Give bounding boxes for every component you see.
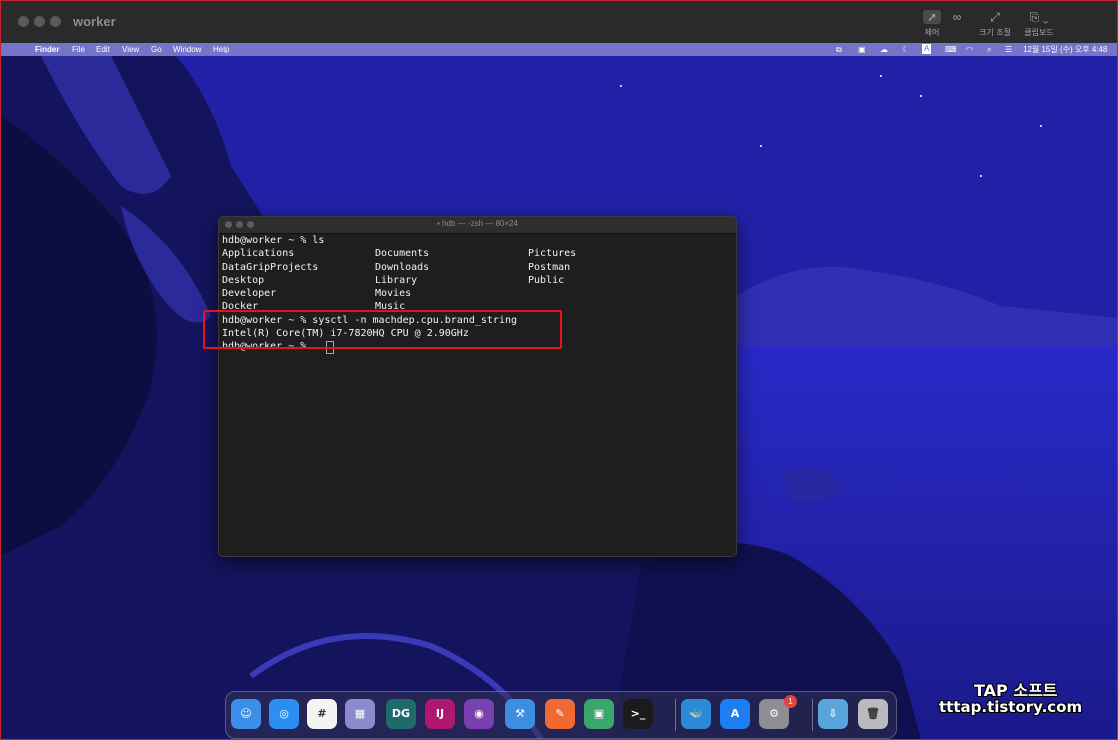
app-store-icon[interactable]: A bbox=[720, 699, 750, 729]
postman-icon[interactable]: ✎ bbox=[545, 699, 575, 729]
scale-label: 크기 조절 bbox=[979, 28, 1011, 37]
xcode-icon[interactable]: ⚒ bbox=[505, 699, 535, 729]
terminal-text: Applications bbox=[222, 248, 295, 260]
terminal-text: hdb@worker ~ % ls bbox=[222, 235, 325, 246]
terminal-titlebar[interactable]: ▪ hdb — -zsh — 80×24 bbox=[219, 217, 736, 234]
terminal-text: Desktop bbox=[222, 274, 265, 286]
terminal-line: Applications Documents Pictures bbox=[222, 247, 732, 260]
terminal-text: Downloads bbox=[375, 261, 430, 273]
minimize-window-button[interactable] bbox=[34, 16, 45, 27]
terminal-icon[interactable]: >_ bbox=[623, 699, 653, 729]
control-center-icon[interactable]: ☰ bbox=[1005, 43, 1012, 56]
docker-icon[interactable]: 🐳 bbox=[681, 699, 711, 729]
screen-mirroring-icon[interactable]: ⧉ bbox=[836, 43, 842, 56]
terminal-text: Developer bbox=[222, 288, 277, 300]
github-icon[interactable]: ◉ bbox=[464, 699, 494, 729]
wifi-icon[interactable]: ◠ bbox=[966, 43, 973, 56]
search-icon[interactable]: ⌕ bbox=[987, 43, 991, 56]
keyboard-icon[interactable]: ⌨ bbox=[945, 43, 957, 56]
menu-file[interactable]: File bbox=[72, 43, 85, 56]
notification-badge: 1 bbox=[784, 695, 797, 708]
close-window-button[interactable] bbox=[18, 16, 29, 27]
binoculars-button[interactable]: ∞ bbox=[937, 10, 977, 24]
zoom-window-button[interactable] bbox=[50, 16, 61, 27]
terminal-title: ▪ hdb — -zsh — 80×24 bbox=[219, 219, 736, 228]
terminal-title-text: hdb — -zsh — 80×24 bbox=[442, 219, 518, 228]
moon-icon[interactable]: ☾ bbox=[902, 43, 909, 56]
menu-edit[interactable]: Edit bbox=[96, 43, 110, 56]
menu-app-name[interactable]: Finder bbox=[35, 43, 59, 56]
terminal-line: DataGripProjects Downloads Postman bbox=[222, 261, 732, 274]
menu-view[interactable]: View bbox=[122, 43, 139, 56]
dock-separator bbox=[675, 699, 676, 731]
dock-separator bbox=[812, 699, 813, 731]
cloud-icon[interactable]: ☁ bbox=[880, 43, 888, 56]
launchpad-icon[interactable]: ▦ bbox=[345, 699, 375, 729]
menu-window[interactable]: Window bbox=[173, 43, 201, 56]
safari-icon[interactable]: ◎ bbox=[269, 699, 299, 729]
menubar-clock[interactable]: 12월 15일 (수) 오후 4:48 bbox=[1023, 43, 1107, 56]
clipboard-icon: ⎘ ⌄ bbox=[1029, 10, 1049, 24]
menu-help[interactable]: Help bbox=[213, 43, 229, 56]
dock: ☺ ◎ # ▦ DG IJ ◉ ⚒ ✎ ▣ >_ 🐳 A ⚙ ⇩ 🗑 1 bbox=[225, 691, 897, 739]
watermark-url: tttap.tistory.com bbox=[939, 698, 1083, 716]
mac-menubar: Finder File Edit View Go Window Help ⧉ ▣… bbox=[1, 43, 1117, 56]
finder-icon[interactable]: ☺ bbox=[231, 699, 261, 729]
desktop: ▪ hdb — -zsh — 80×24 hdb@worker ~ % ls Ap… bbox=[1, 56, 1117, 739]
terminal-line: hdb@worker ~ % ls bbox=[222, 234, 732, 247]
clipboard-label: 클립보드 bbox=[1024, 28, 1054, 37]
menu-go[interactable]: Go bbox=[151, 43, 162, 56]
resize-icon: ⤢ bbox=[990, 10, 1000, 24]
slack-icon[interactable]: # bbox=[307, 699, 337, 729]
intellij-icon[interactable]: IJ bbox=[425, 699, 455, 729]
downloads-folder-icon[interactable]: ⇩ bbox=[818, 699, 848, 729]
annotation-highlight-box bbox=[203, 310, 562, 349]
terminal-output[interactable]: hdb@worker ~ % ls Applications Documents Pi… bbox=[222, 234, 732, 552]
input-source-indicator[interactable]: A bbox=[922, 44, 932, 54]
datagrip-icon[interactable]: DG bbox=[386, 699, 416, 729]
screen-sharing-icon[interactable]: ▣ bbox=[584, 699, 614, 729]
terminal-text: Public bbox=[528, 274, 565, 286]
clipboard-button[interactable]: ⎘ ⌄ 클립보드 bbox=[1019, 10, 1059, 39]
mirror-icon[interactable]: ▣ bbox=[858, 43, 866, 56]
remote-desktop-window: worker ➚ 제어 ∞ ⤢ 크기 조절 ⎘ ⌄ 클립보드 Finder Fi… bbox=[0, 0, 1118, 740]
binoculars-icon: ∞ bbox=[952, 10, 962, 24]
terminal-text: Movies bbox=[375, 288, 412, 300]
terminal-window[interactable]: ▪ hdb — -zsh — 80×24 hdb@worker ~ % ls Ap… bbox=[218, 216, 737, 557]
remote-window-titlebar: worker ➚ 제어 ∞ ⤢ 크기 조절 ⎘ ⌄ 클립보드 bbox=[1, 1, 1117, 43]
terminal-line: Desktop Library Public bbox=[222, 274, 732, 287]
terminal-text: Documents bbox=[375, 248, 430, 260]
control-label: 제어 bbox=[924, 28, 940, 37]
terminal-text: Postman bbox=[528, 261, 571, 273]
window-title: worker bbox=[73, 14, 116, 29]
terminal-text: Library bbox=[375, 274, 418, 286]
terminal-text: Pictures bbox=[528, 248, 577, 260]
trash-icon[interactable]: 🗑 bbox=[858, 699, 888, 729]
terminal-line: Developer Movies bbox=[222, 287, 732, 300]
terminal-text: DataGripProjects bbox=[222, 261, 319, 273]
scale-button[interactable]: ⤢ 크기 조절 bbox=[975, 10, 1015, 39]
